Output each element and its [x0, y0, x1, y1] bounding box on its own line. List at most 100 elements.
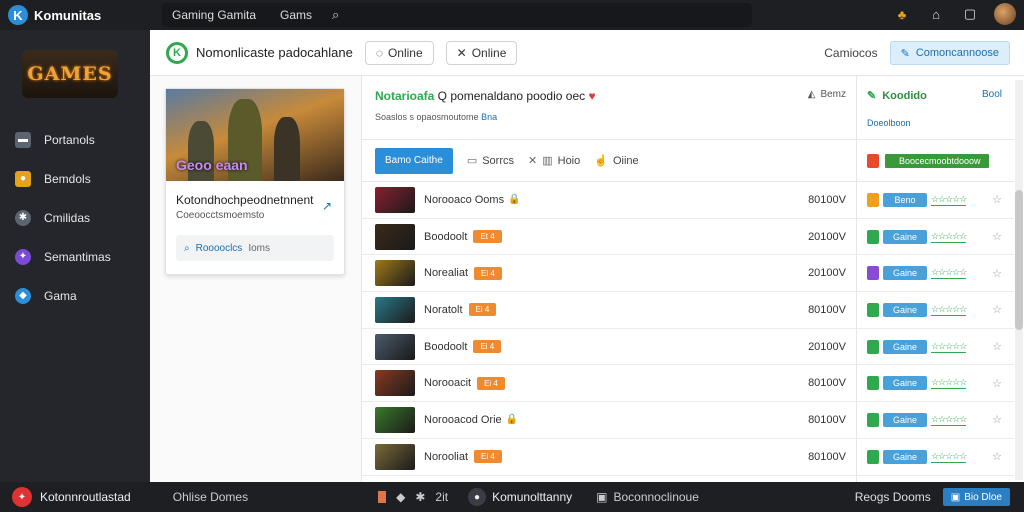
row-count: 80100V	[808, 450, 846, 463]
game-name: Norealiat	[424, 267, 469, 280]
favorite-star-icon[interactable]: ☆	[992, 450, 1002, 463]
list-item[interactable]: Gaine ☆☆☆☆☆ ☆	[857, 292, 1014, 329]
row-count: 80100V	[808, 193, 846, 206]
list-item[interactable]: Beno ☆☆☆☆☆ ☆	[857, 182, 1014, 219]
table-row[interactable]: Norooliat Ei 4 80100V	[362, 439, 856, 476]
heart-icon[interactable]: ♥	[588, 89, 595, 103]
play-button[interactable]: Gaine	[883, 302, 927, 317]
favorite-star-icon[interactable]: ☆	[992, 230, 1002, 243]
bottom-status[interactable]: Ohlise Domes	[173, 490, 248, 504]
play-button[interactable]: Gaine	[883, 339, 927, 354]
table-row[interactable]: Norealiat Ei 4 20100V	[362, 255, 856, 293]
center-subtitle-text: Soaslos s opaosmoutome	[375, 112, 479, 122]
game-card[interactable]: Geoo eaan Kotondhochpeodnetnnent Coeoocc…	[165, 88, 345, 275]
category-square	[867, 339, 879, 354]
home-icon[interactable]: ⌂	[926, 4, 946, 24]
game-list: Norooaco Ooms 🔒 80100V Boodoolt Et 4 20100V No…	[362, 182, 856, 476]
play-button[interactable]: Gaine	[883, 412, 927, 427]
category-square	[867, 376, 879, 391]
favorite-star-icon[interactable]: ☆	[992, 377, 1002, 390]
play-button[interactable]: Gaine	[883, 376, 927, 391]
sidebar: GAMES ▬ Portanols ● Bemdols ✱ Cmilidas ✦…	[0, 30, 150, 482]
sidebar-item-portanols[interactable]: ▬ Portanols	[0, 120, 150, 159]
tab-sorrcs[interactable]: ▭ Sorrcs	[467, 154, 514, 168]
list-item[interactable]: Gaine ☆☆☆☆☆ ☆	[857, 329, 1014, 366]
category-square	[867, 153, 879, 168]
table-row[interactable]: Boodoolt Ei 4 20100V	[362, 329, 856, 366]
list-item[interactable]: Gaine ☆☆☆☆☆ ☆	[857, 365, 1014, 403]
grid-icon: ▥	[542, 155, 553, 167]
window-icon[interactable]: ▢	[960, 4, 980, 24]
favorite-star-icon[interactable]: ☆	[992, 193, 1002, 206]
bottom-right-button[interactable]: ▣ Bio Dloe	[942, 488, 1010, 506]
favorite-star-icon[interactable]: ☆	[992, 303, 1002, 316]
scrollbar[interactable]	[1015, 80, 1023, 480]
favorite-star-icon[interactable]: ☆	[992, 413, 1002, 426]
store-icon[interactable]: ♣	[892, 4, 912, 24]
bottom-user-name[interactable]: Kotonnroutlastad	[40, 490, 131, 504]
play-button[interactable]: Gaine	[883, 229, 927, 244]
gear-icon[interactable]: ✱	[415, 490, 425, 504]
center-header-right[interactable]: ◭ Bemz	[808, 89, 846, 100]
table-row[interactable]: Norooacod Orie 🔒 80100V	[362, 402, 856, 439]
sidebar-item-label: Semantimas	[44, 249, 111, 264]
center-subtitle-highlight[interactable]: Bna	[481, 112, 497, 122]
bottom-community[interactable]: ● Komunolttanny	[468, 488, 572, 506]
tab-oiine[interactable]: ☝ Oiine	[594, 154, 639, 168]
center-header-right-label: Bemz	[820, 89, 846, 100]
nav-link-gaming[interactable]: Gaming Gamita	[172, 8, 256, 22]
brand[interactable]: K Komunitas	[0, 5, 150, 25]
right-panel-title[interactable]: ✎ Koodido	[867, 89, 927, 103]
games-logo[interactable]: GAMES	[22, 50, 118, 98]
circle-icon: ◌	[375, 45, 383, 60]
favorite-star-icon[interactable]: ☆	[992, 340, 1002, 353]
brand-name: Komunitas	[34, 7, 102, 23]
row-count: 80100V	[808, 303, 846, 316]
online-button-2[interactable]: ✕ Online	[445, 40, 518, 65]
search-icon[interactable]: ⌕	[332, 7, 339, 23]
tab-label: Sorrcs	[482, 154, 514, 167]
table-row[interactable]: Boodoolt Et 4 20100V	[362, 219, 856, 256]
card-search[interactable]: ⌕ Rooooclcs Ioms	[176, 235, 334, 261]
list-item[interactable]: Gaine ☆☆☆☆☆ ☆	[857, 402, 1014, 439]
tab-label: Oiine	[612, 154, 639, 167]
online-button-1[interactable]: ◌ Online	[364, 40, 434, 65]
right-panel-link[interactable]: Bool	[982, 89, 1002, 100]
list-item[interactable]: Gaine ☆☆☆☆☆ ☆	[857, 219, 1014, 256]
game-name: Norooliat	[424, 450, 469, 463]
row-count: 80100V	[808, 377, 846, 390]
sidebar-item-semantimas[interactable]: ✦ Semantimas	[0, 237, 150, 276]
table-row[interactable]: Norooaco Ooms 🔒 80100V	[362, 182, 856, 219]
tab-active[interactable]: Bamo Caithe	[375, 147, 453, 174]
tab-bar: Bamo Caithe ▭ Sorrcs ✕ ▥ Hoio ☝ Oiine	[362, 140, 856, 182]
favorite-star-icon[interactable]: ☆	[992, 267, 1002, 280]
header-action-button[interactable]: ✎ Comoncannoose	[889, 41, 1010, 65]
sidebar-item-cmilidas[interactable]: ✱ Cmilidas	[0, 198, 150, 237]
magic-icon: ✦	[15, 248, 31, 265]
sidebar-item-bemdols[interactable]: ● Bemdols	[0, 159, 150, 198]
card-search-label: Rooooclcs	[195, 242, 243, 254]
play-button[interactable]: Gaine	[883, 266, 927, 281]
user-avatar[interactable]: ✦	[12, 487, 32, 507]
bottom-right-label[interactable]: Reogs Dooms	[855, 490, 931, 504]
header-link[interactable]: Camiocos	[824, 46, 877, 60]
sidebar-item-label: Gama	[44, 288, 77, 303]
right-panel-subtitle[interactable]: Doeolboon	[867, 118, 911, 128]
table-row[interactable]: Noratolt Ei 4 80100V	[362, 292, 856, 329]
play-button[interactable]: Beno	[883, 192, 927, 207]
diamond-icon[interactable]: ◆	[396, 490, 405, 504]
scrollbar-thumb[interactable]	[1015, 190, 1023, 330]
table-row[interactable]: Norooacit Ei 4 80100V	[362, 365, 856, 403]
play-button[interactable]: Gaine	[883, 449, 927, 464]
list-item[interactable]: Gaine ☆☆☆☆☆ ☆	[857, 439, 1014, 476]
nav-link-gams[interactable]: Gams	[280, 8, 312, 22]
sidebar-item-gama[interactable]: ◆ Gama	[0, 276, 150, 315]
bottom-message[interactable]: ▣ Boconnoclinoue	[596, 490, 699, 504]
tab-hoio[interactable]: ✕ ▥ Hoio	[528, 154, 580, 168]
avatar[interactable]	[994, 3, 1016, 25]
game-thumbnail	[375, 186, 415, 213]
list-item[interactable]: Gaine ☆☆☆☆☆ ☆	[857, 255, 1014, 293]
right-panel-green-label[interactable]: Boocecmoobtdooow	[885, 153, 989, 168]
download-icon: ▣	[950, 491, 961, 503]
arrow-up-right-icon[interactable]: ↗	[322, 199, 332, 213]
